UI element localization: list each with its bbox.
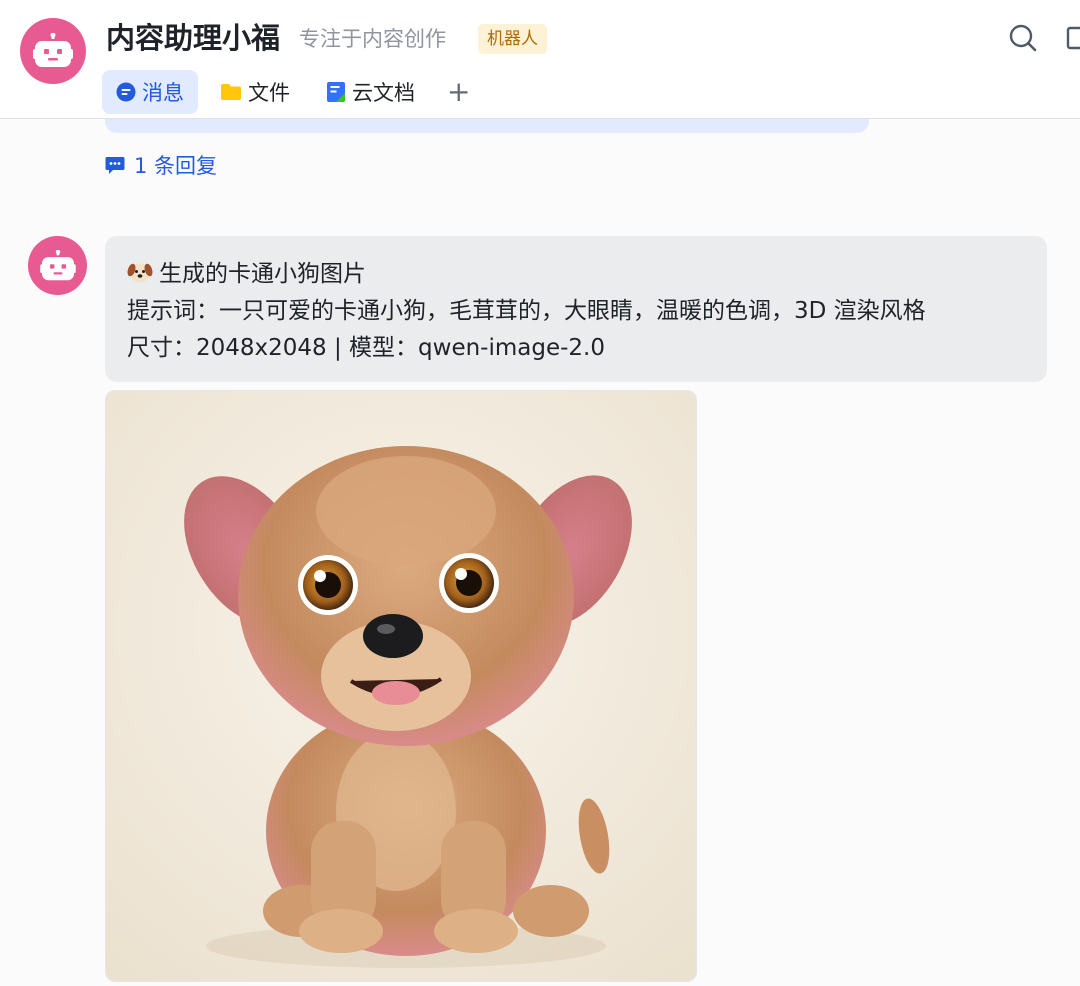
robot-icon <box>39 249 76 280</box>
message-meta: 尺寸：2048x2048 | 模型：qwen-image-2.0 <box>127 335 606 361</box>
chat-bubble-icon <box>116 82 136 102</box>
add-tab-button[interactable]: + <box>437 70 480 114</box>
sidebar-panel-icon[interactable] <box>1066 22 1080 58</box>
chat-tabs: 消息 文件 云文档 + <box>102 69 480 115</box>
message-title: 生成的卡通小狗图片 <box>159 261 366 287</box>
cloud-doc-icon <box>326 81 346 103</box>
folder-icon <box>220 82 242 102</box>
bot-description: 专注于内容创作 <box>299 27 446 51</box>
search-icon[interactable] <box>1007 22 1037 58</box>
dog-face-icon <box>127 263 153 283</box>
message-prompt: 提示词：一只可爱的卡通小狗，毛茸茸的，大眼睛，温暖的色调，3D 渲染风格 <box>127 298 926 324</box>
tab-label: 消息 <box>142 81 184 105</box>
reply-comment-icon <box>105 157 125 174</box>
tab-messages[interactable]: 消息 <box>102 70 198 114</box>
message-bubble[interactable]: 生成的卡通小狗图片 提示词：一只可爱的卡通小狗，毛茸茸的，大眼睛，温暖的色调，3… <box>105 236 1047 382</box>
reply-count: 1 条回复 <box>134 154 218 178</box>
generated-image-card[interactable] <box>105 390 697 982</box>
bot-name: 内容助理小福 <box>106 21 281 55</box>
message-title-line: 生成的卡通小狗图片 <box>127 256 1047 293</box>
bot-avatar[interactable] <box>20 18 86 84</box>
tab-label: 文件 <box>248 81 290 105</box>
bot-badge: 机器人 <box>478 24 547 54</box>
chat-header: 内容助理小福 专注于内容创作 机器人 消息 文件 云文档 + <box>0 0 1080 119</box>
tab-label: 云文档 <box>352 81 415 105</box>
tab-cloud-docs[interactable]: 云文档 <box>312 70 429 114</box>
cartoon-puppy-image <box>106 391 696 981</box>
robot-icon <box>33 33 73 67</box>
message-bot-avatar[interactable] <box>28 236 87 295</box>
tab-files[interactable]: 文件 <box>206 70 304 114</box>
thread-reply-link[interactable]: 1 条回复 <box>105 150 217 180</box>
